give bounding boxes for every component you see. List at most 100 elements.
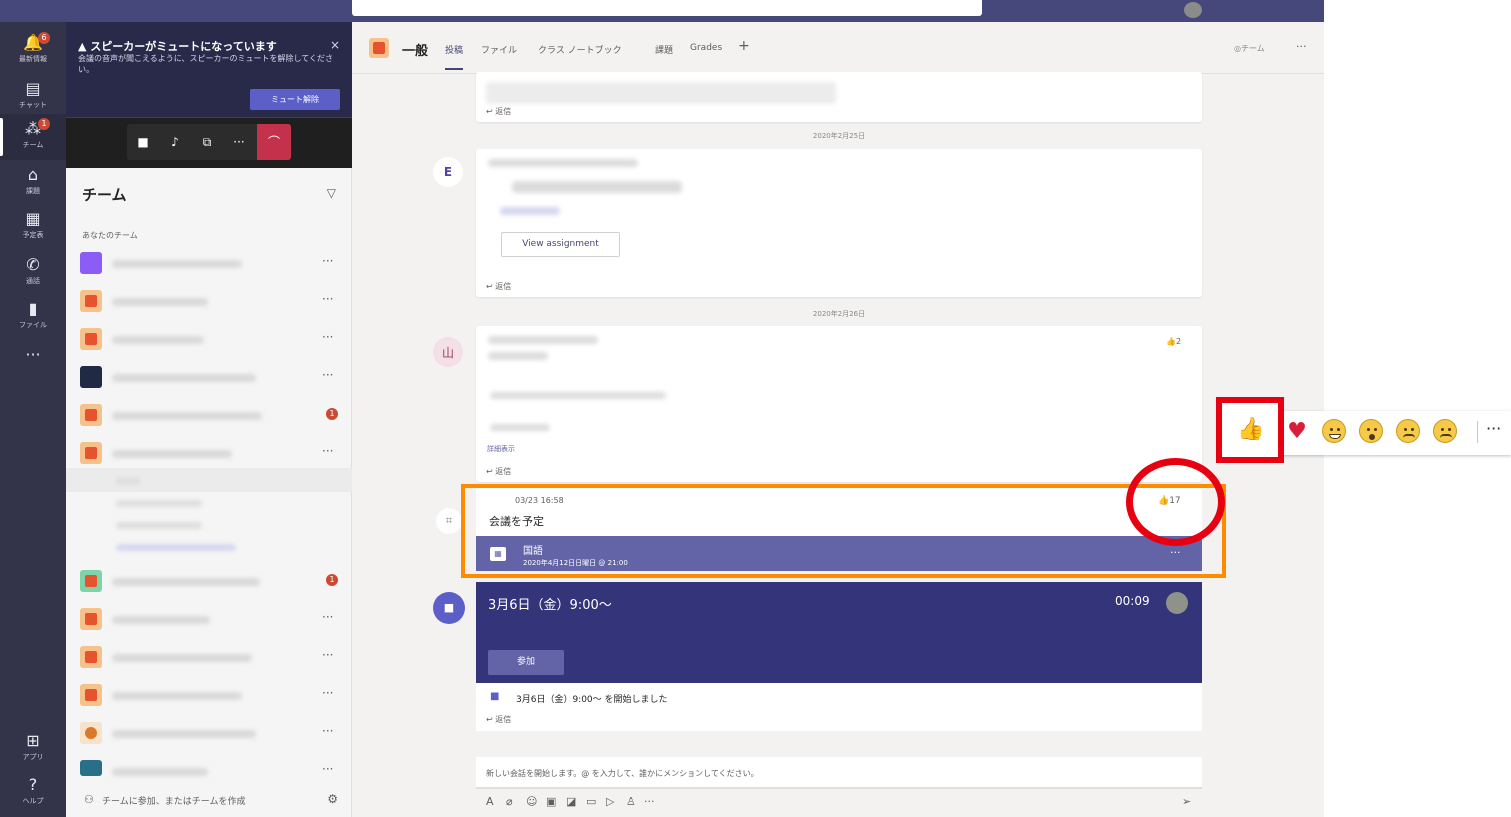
rail-item-teams[interactable]: ⁂ チーム 1 <box>0 114 66 160</box>
channel-name-blurred[interactable] <box>116 500 202 507</box>
gear-icon[interactable]: ⚙ <box>327 792 338 806</box>
join-or-create-team[interactable]: ⚇ チームに参加、またはチームを作成 ⚙ <box>66 784 352 817</box>
live-meeting-card: 3月6日（金）9:00～ 00:09 参加 <box>476 582 1202 683</box>
praise-icon[interactable]: ♙ <box>626 795 636 808</box>
more-options-icon[interactable]: ··· <box>223 124 255 160</box>
gif-icon[interactable]: ▣ <box>546 795 556 808</box>
team-name-blurred <box>112 336 204 344</box>
channel-name-blurred[interactable] <box>116 544 236 551</box>
hang-up-button[interactable]: ⌒ <box>257 124 291 160</box>
rail-item-files[interactable]: ▮ ファイル <box>0 294 66 340</box>
close-icon[interactable]: × <box>330 38 340 52</box>
team-item[interactable]: ··· <box>66 436 352 472</box>
tab-assignments[interactable]: 課題 <box>655 43 673 56</box>
team-item[interactable]: ··· <box>66 716 352 752</box>
camera-icon: ■ <box>490 691 500 702</box>
team-button[interactable]: ◎チーム <box>1234 43 1265 54</box>
team-tile <box>80 608 102 630</box>
team-item[interactable]: ··· <box>66 360 352 396</box>
more-options-icon[interactable]: ··· <box>644 795 655 808</box>
team-item[interactable]: ··· <box>66 678 352 714</box>
team-item[interactable]: ··· <box>66 754 352 784</box>
compose-placeholder: 新しい会話を開始します。@ を入力して、誰かにメンションしてください。 <box>486 769 759 778</box>
angry-reaction-icon[interactable] <box>1433 419 1457 443</box>
profile-avatar[interactable] <box>1184 2 1202 18</box>
channel-name-blurred[interactable] <box>116 478 140 485</box>
team-item[interactable]: ··· <box>66 602 352 638</box>
channel-item-selected[interactable] <box>66 468 352 492</box>
reply-link[interactable]: ↩ 返信 <box>486 466 511 477</box>
more-options-icon[interactable]: ··· <box>322 648 333 662</box>
format-icon[interactable]: A <box>486 795 494 808</box>
rail-item-activity[interactable]: 🔔 最新情報 6 <box>0 28 66 74</box>
team-item[interactable]: ··· <box>66 322 352 358</box>
filter-icon[interactable]: ▽ <box>327 186 336 200</box>
message-card: ↩ 返信 <box>476 149 1202 297</box>
unmute-button[interactable]: ミュート解除 <box>250 89 340 110</box>
calls-icon: ✆ <box>26 255 40 274</box>
meet-now-icon[interactable]: ▭ <box>586 795 596 808</box>
compose-box[interactable]: 新しい会話を開始します。@ を入力して、誰かにメンションしてください。 <box>476 757 1202 789</box>
rail-item-calls[interactable]: ✆ 通話 <box>0 250 66 296</box>
rail-item-help[interactable]: ? ヘルプ <box>0 770 66 816</box>
more-options-icon[interactable]: ··· <box>1296 40 1307 53</box>
heart-reaction-icon[interactable]: ♥ <box>1284 419 1310 445</box>
highlight-circle <box>1126 458 1225 546</box>
rail-item-more[interactable]: ··· <box>0 340 66 386</box>
mic-icon[interactable]: ♪ <box>159 124 191 160</box>
muted-speaker-notice: ▲ スピーカーがミュートになっています 会議の音声が聞こえるように、スピーカーの… <box>66 22 352 118</box>
more-options-icon[interactable]: ··· <box>322 368 333 382</box>
channel-name-blurred[interactable] <box>116 522 202 529</box>
surprised-reaction-icon[interactable] <box>1359 419 1383 443</box>
rail-item-calendar[interactable]: ▦ 予定表 <box>0 204 66 250</box>
tab-files[interactable]: ファイル <box>481 43 517 56</box>
join-create-label: チームに参加、またはチームを作成 <box>102 797 246 807</box>
tab-grades[interactable]: Grades <box>690 43 722 53</box>
tab-class-notebook[interactable]: クラス ノートブック <box>538 43 622 56</box>
add-tab-button[interactable]: + <box>738 38 750 54</box>
like-reaction-icon[interactable]: 👍 <box>1237 417 1264 443</box>
emoji-icon[interactable]: ☺ <box>526 795 537 808</box>
more-options-icon[interactable]: ··· <box>322 330 333 344</box>
more-options-icon[interactable]: ··· <box>1486 419 1501 438</box>
join-button[interactable]: 参加 <box>488 650 564 675</box>
reply-link[interactable]: ↩ 返信 <box>486 714 511 725</box>
view-assignment-button[interactable]: View assignment <box>501 232 620 257</box>
team-name-blurred <box>112 578 260 586</box>
reply-link[interactable]: ↩ 返信 <box>486 281 511 292</box>
more-options-icon[interactable]: ··· <box>322 724 333 738</box>
like-count[interactable]: 👍2 <box>1166 337 1181 346</box>
sticker-icon[interactable]: ◪ <box>566 795 576 808</box>
sad-reaction-icon[interactable] <box>1396 419 1420 443</box>
rail-item-assignments[interactable]: ⌂ 課題 <box>0 160 66 206</box>
unread-badge: 1 <box>326 408 338 420</box>
blurred-content <box>512 181 682 193</box>
more-options-icon[interactable]: ··· <box>322 292 333 306</box>
team-item[interactable]: 1 <box>66 564 352 600</box>
more-options-icon[interactable]: ··· <box>322 762 333 776</box>
team-item[interactable]: ··· <box>66 284 352 320</box>
attach-icon[interactable]: ⌀ <box>506 795 513 808</box>
team-item[interactable]: 1 <box>66 398 352 434</box>
send-icon[interactable]: ➢ <box>1182 795 1191 808</box>
more-options-icon[interactable]: ··· <box>322 686 333 700</box>
rail-item-apps[interactable]: ⊞ アプリ <box>0 726 66 772</box>
reaction-panel <box>1276 411 1511 455</box>
team-item[interactable]: ··· <box>66 640 352 676</box>
title-bar <box>0 0 1324 22</box>
tab-posts[interactable]: 投稿 <box>445 43 464 70</box>
laugh-reaction-icon[interactable] <box>1322 419 1346 443</box>
search-box[interactable] <box>352 0 982 16</box>
stream-icon[interactable]: ▷ <box>606 795 614 808</box>
camera-icon[interactable]: ■ <box>127 124 159 160</box>
more-options-icon[interactable]: ··· <box>322 444 333 458</box>
more-options-icon[interactable]: ··· <box>322 254 333 268</box>
more-options-icon[interactable]: ··· <box>322 610 333 624</box>
team-item[interactable]: ··· <box>66 246 352 282</box>
reply-link[interactable]: ↩ 返信 <box>486 106 511 117</box>
share-screen-icon[interactable]: ⧉ <box>191 124 223 160</box>
team-tile <box>80 760 102 776</box>
read-more-link[interactable]: 詳細表示 <box>487 444 515 454</box>
meeting-started-text: 3月6日（金）9:00～ を開始しました <box>516 695 668 705</box>
participant-avatar <box>1166 592 1188 614</box>
